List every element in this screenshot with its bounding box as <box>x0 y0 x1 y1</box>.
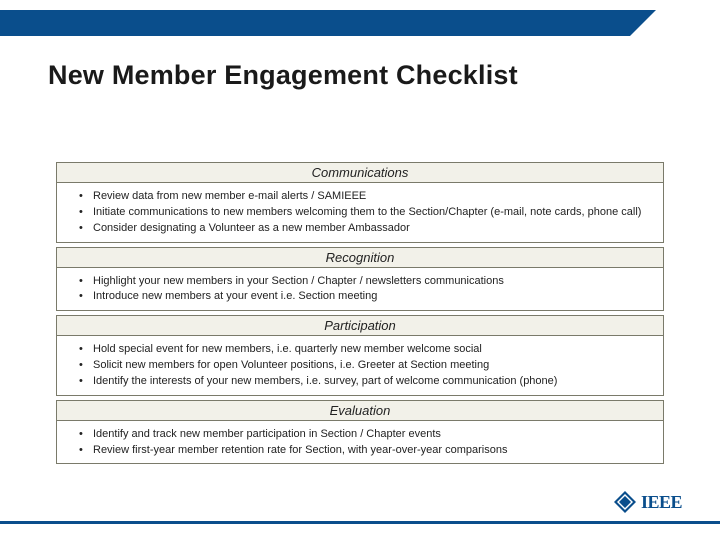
section-heading-participation: Participation <box>56 315 664 336</box>
list-item: Review data from new member e-mail alert… <box>79 189 653 204</box>
list-item: Highlight your new members in your Secti… <box>79 274 653 289</box>
section-heading-communications: Communications <box>56 162 664 183</box>
list-item: Review first-year member retention rate … <box>79 443 653 458</box>
section-body-participation: Hold special event for new members, i.e.… <box>56 336 664 396</box>
header-accent-bar <box>0 10 630 36</box>
footer-accent-bar <box>0 521 720 524</box>
page-title: New Member Engagement Checklist <box>48 60 518 91</box>
section-heading-recognition: Recognition <box>56 247 664 268</box>
list-item: Consider designating a Volunteer as a ne… <box>79 221 653 236</box>
checklist-content: Communications Review data from new memb… <box>56 162 664 468</box>
ieee-logo-text: IEEE <box>641 492 682 513</box>
section-body-evaluation: Identify and track new member participat… <box>56 421 664 465</box>
list-item: Introduce new members at your event i.e.… <box>79 289 653 304</box>
list-item: Identify the interests of your new membe… <box>79 374 653 389</box>
ieee-diamond-icon <box>613 490 637 514</box>
ieee-logo: IEEE <box>613 490 682 514</box>
list-item: Hold special event for new members, i.e.… <box>79 342 653 357</box>
section-body-recognition: Highlight your new members in your Secti… <box>56 268 664 312</box>
list-item: Initiate communications to new members w… <box>79 205 653 220</box>
section-body-communications: Review data from new member e-mail alert… <box>56 183 664 243</box>
list-item: Solicit new members for open Volunteer p… <box>79 358 653 373</box>
list-item: Identify and track new member participat… <box>79 427 653 442</box>
section-heading-evaluation: Evaluation <box>56 400 664 421</box>
